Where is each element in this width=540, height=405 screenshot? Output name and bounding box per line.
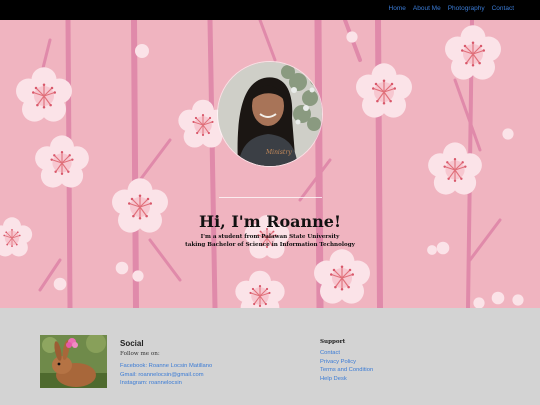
social-links: Facebook: Roanne Locsin Matillano Gmail:… — [120, 363, 212, 387]
nav-contact-link[interactable]: Contact — [492, 5, 514, 12]
gmail-link[interactable]: Gmail: roannelocsin@gmail.com — [120, 372, 212, 379]
support-heading: Support — [320, 339, 346, 345]
hero-subtitle: I'm a student from Palawan State Univers… — [150, 234, 390, 249]
hero-section: Ministry Hi, I'm Roanne! I'm a student f… — [0, 20, 540, 308]
follow-text: Follow me on: — [120, 351, 160, 357]
nav-photography-link[interactable]: Photography — [448, 5, 485, 12]
hero-subtitle-line-1: I'm a student from Palawan State Univers… — [200, 234, 340, 240]
svg-text:Ministry: Ministry — [265, 149, 292, 156]
privacy-policy-link[interactable]: Privacy Policy — [320, 359, 373, 366]
rabbit-photo-icon — [40, 335, 107, 388]
hero-divider — [219, 197, 322, 198]
facebook-link[interactable]: Facebook: Roanne Locsin Matillano — [120, 363, 212, 370]
profile-photo-icon: Ministry — [218, 62, 322, 166]
terms-link[interactable]: Terms and Condition — [320, 367, 373, 374]
support-links: Contact Privacy Policy Terms and Conditi… — [320, 350, 373, 383]
hero-title: Hi, I'm Roanne! — [198, 212, 342, 231]
help-desk-link[interactable]: Help Desk — [320, 376, 373, 383]
social-heading: Social — [120, 339, 144, 348]
top-navbar: Home About Me Photography Contact — [0, 0, 540, 20]
instagram-link[interactable]: Instagram: roannelocsin — [120, 380, 212, 387]
nav-home-link[interactable]: Home — [389, 5, 406, 12]
footer: Social Follow me on: Facebook: Roanne Lo… — [0, 308, 540, 405]
support-contact-link[interactable]: Contact — [320, 350, 373, 357]
profile-photo: Ministry — [217, 61, 323, 167]
rabbit-photo — [40, 335, 107, 388]
nav-about-link[interactable]: About Me — [413, 5, 441, 12]
main-nav: Home About Me Photography Contact — [389, 5, 514, 12]
hero-subtitle-line-2: taking Bachelor of Science in Informatio… — [185, 241, 355, 248]
